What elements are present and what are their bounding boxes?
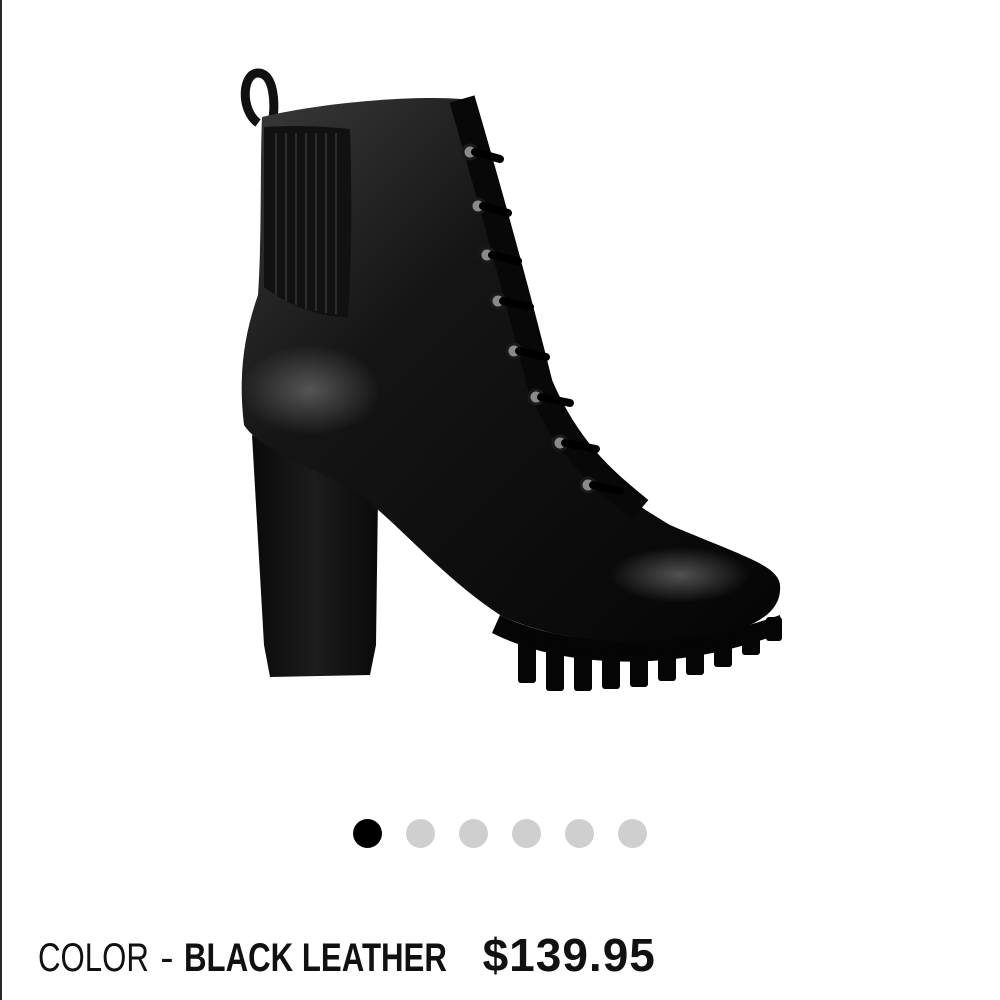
color-label: COLOR xyxy=(38,936,149,980)
product-image[interactable] xyxy=(200,55,800,715)
product-price: $139.95 xyxy=(482,929,656,981)
page-left-border xyxy=(0,0,2,1000)
boot-image-icon xyxy=(240,68,782,691)
carousel-dot[interactable] xyxy=(618,818,647,848)
carousel-dot[interactable] xyxy=(459,818,488,848)
carousel-dot[interactable] xyxy=(353,818,382,848)
product-info-row: COLOR - BLACK LEATHER $139.95 xyxy=(38,928,656,992)
carousel-dot[interactable] xyxy=(565,818,594,848)
carousel-dot[interactable] xyxy=(512,818,541,848)
carousel-dot[interactable] xyxy=(406,818,435,848)
image-carousel-dots xyxy=(0,818,1000,848)
color-separator: - xyxy=(160,936,174,980)
color-value: BLACK LEATHER xyxy=(183,936,447,980)
